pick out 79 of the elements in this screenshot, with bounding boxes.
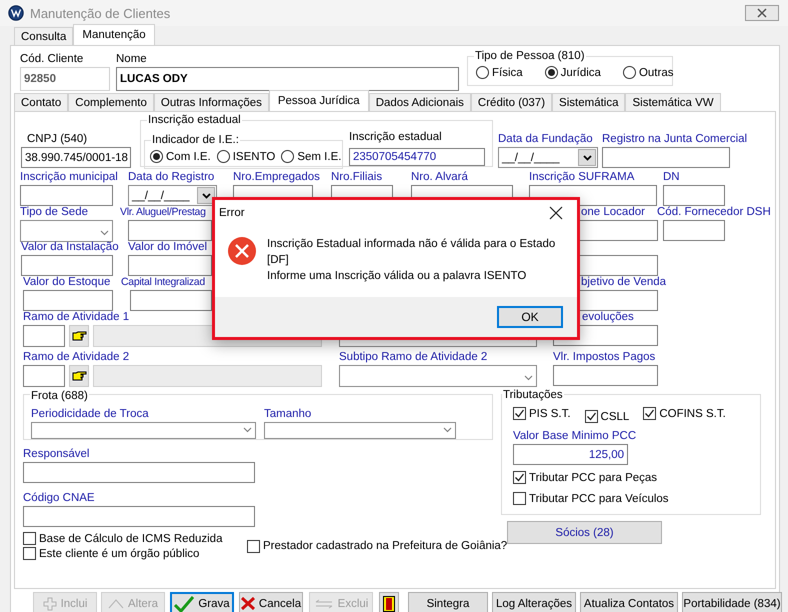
toolbar-button[interactable]: Grava <box>170 592 234 612</box>
field-label: Data do Registro <box>128 170 214 184</box>
window-title: Manutenção de Clientes <box>30 6 170 20</box>
tab[interactable]: Sistemática VW <box>625 93 721 111</box>
field-label: Cód. Fornecedor DSH <box>657 205 771 219</box>
field-label: Periodicidade de Troca <box>31 407 149 421</box>
field-label: Valor da Instalação <box>21 240 119 254</box>
field-label: Nro.Filiais <box>331 170 382 184</box>
checkbox[interactable]: Este cliente é um órgão público <box>23 547 200 560</box>
date-field[interactable]: __/__/____ <box>128 185 217 206</box>
field-label: Responsável <box>23 447 90 461</box>
field-label: Valor Base Minimo PCC <box>513 429 636 443</box>
text-field[interactable]: 2350705454770 <box>349 148 485 166</box>
field-label: Inscrição municipal <box>20 170 118 184</box>
field-label: DN <box>663 170 680 184</box>
group-title: Tributações <box>502 388 564 402</box>
radio-button[interactable]: Com I.E. <box>150 150 211 163</box>
field-label: Valor do Estoque <box>23 275 110 289</box>
checkbox[interactable]: CSLL <box>584 410 630 423</box>
text-field[interactable]: 125,00 <box>513 444 628 465</box>
field-label: Data da Fundação <box>498 132 593 146</box>
field-label: Inscrição SUFRAMA <box>529 170 634 184</box>
radio-button[interactable]: ISENTO <box>216 150 276 163</box>
group-title: Frota (688) <box>30 389 89 403</box>
radio-button[interactable]: Física <box>476 66 523 79</box>
checkbox[interactable]: PIS S.T. <box>513 407 571 420</box>
radio-button[interactable]: Sem I.E. <box>281 150 342 163</box>
group-title: Inscrição estadual <box>147 113 242 127</box>
field-label: one Locador <box>581 205 645 219</box>
field-label: Registro na Junta Comercial <box>602 132 748 146</box>
field-label: Ramo de Atividade 1 <box>23 310 130 324</box>
field-label: Tamanho <box>264 407 312 421</box>
field-label: Vlr. Impostos Pagos <box>553 350 656 364</box>
text-field[interactable]: 38.990.745/0001-18 <box>21 147 131 168</box>
checkbox[interactable]: Base de Cálculo de ICMS Reduzida <box>23 532 222 545</box>
text-field[interactable]: LUCAS ODY <box>116 67 459 91</box>
partners-button[interactable]: Sócios (28) <box>507 521 662 544</box>
field-label: Nro.Empregados <box>233 170 320 184</box>
ok-button[interactable]: OK <box>497 306 563 328</box>
tab[interactable]: Outras Informações <box>154 93 269 111</box>
error-message: [DF] <box>267 252 290 268</box>
toolbar-button[interactable]: Atualiza Contatos <box>580 592 678 612</box>
field-label: Subtipo Ramo de Atividade 2 <box>339 350 488 364</box>
tab[interactable]: Dados Adicionais <box>368 93 471 111</box>
field-label: evoluções <box>582 310 634 324</box>
group-title: Tipo de Pessoa (810) <box>474 49 586 63</box>
tab[interactable]: Crédito (037) <box>470 93 552 111</box>
checkbox[interactable]: COFINS S.T. <box>643 407 726 420</box>
field-label: CNPJ (540) <box>27 132 88 146</box>
toolbar-button[interactable]: Sintegra <box>408 592 488 612</box>
toolbar-button[interactable]: Portabilidade (834) <box>682 592 782 612</box>
field-label: Vlr. Aluguel/Prestag <box>120 205 206 219</box>
tab[interactable]: Complemento <box>68 93 154 111</box>
tab[interactable]: Sistemática <box>552 93 626 111</box>
error-message: Inscrição Estadual informada não é válida para o Estado <box>267 236 556 252</box>
date-field[interactable]: __/__/____ <box>498 147 598 168</box>
tab[interactable]: Pessoa Jurídica <box>268 90 369 111</box>
tab[interactable]: Contato <box>14 93 68 111</box>
checkbox[interactable]: Tributar PCC para Peças <box>513 471 658 484</box>
radio-button[interactable]: Jurídica <box>544 66 601 79</box>
field-label: Tipo de Sede <box>20 205 88 219</box>
error-message: Informe uma Inscrição válida ou a palavra ISENTO <box>267 268 528 284</box>
dialog-title: Error <box>219 206 245 219</box>
field-label: Ramo de Atividade 2 <box>23 350 130 364</box>
field-label: Código CNAE <box>23 491 95 505</box>
tab[interactable]: Manutenção <box>73 24 155 45</box>
radio-button[interactable]: Outras <box>622 66 674 79</box>
field-label: Inscrição estadual <box>349 130 442 144</box>
field-label: Valor do Imóvel <box>128 240 208 254</box>
tab[interactable]: Consulta <box>14 27 74 45</box>
field-label: Nro. Alvará <box>411 170 468 184</box>
toolbar-button[interactable]: Cancela <box>239 592 303 612</box>
field-label: Cód. Cliente <box>20 52 84 66</box>
field-label: Capital Integralizad <box>121 275 205 289</box>
field-label: Nome <box>116 52 147 66</box>
field-label: bjetivo de Venda <box>581 275 666 289</box>
checkbox[interactable]: Prestador cadastrado na Prefeitura de Goiânia? <box>247 540 508 552</box>
toolbar-button[interactable]: Log Alterações <box>492 592 576 612</box>
checkbox[interactable]: Tributar PCC para Veículos <box>513 492 669 505</box>
